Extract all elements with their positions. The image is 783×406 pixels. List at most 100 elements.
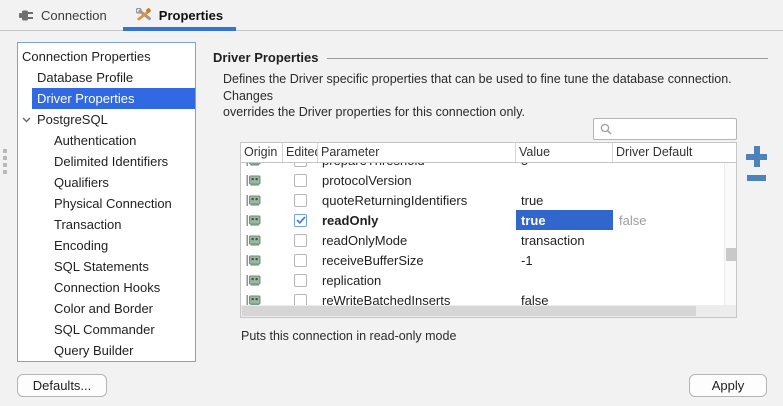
sidebar-item-sql-commander[interactable]: SQL Commander (18, 319, 195, 340)
sidebar-item-database-profile[interactable]: Database Profile (18, 67, 195, 88)
tab-connection[interactable]: Connection (18, 0, 107, 31)
sidebar-item-sql-statements[interactable]: SQL Statements (18, 256, 195, 277)
driver-default-cell: false (613, 210, 724, 230)
edited-checkbox[interactable] (294, 174, 307, 187)
table-row[interactable]: replication (241, 270, 724, 290)
sidebar-item-color-and-border[interactable]: Color and Border (18, 298, 195, 319)
edited-checkbox[interactable] (294, 163, 307, 167)
section-rule (327, 58, 769, 59)
horizontal-scrollbar[interactable] (241, 305, 724, 317)
tab-connection-label: Connection (41, 8, 107, 23)
value-cell[interactable]: true (516, 190, 613, 210)
tools-icon (136, 8, 152, 22)
driver-default-cell (613, 163, 724, 170)
table-row[interactable]: quoteReturningIdentifierstrue (241, 190, 724, 210)
sidebar-item-query-builder[interactable]: Query Builder (18, 340, 195, 361)
sidebar-item-explain-plan[interactable]: Explain Plan (18, 361, 195, 362)
sidebar-item-delimited-identifiers[interactable]: Delimited Identifiers (18, 151, 195, 172)
apply-button[interactable]: Apply (689, 374, 767, 397)
edited-cell (283, 270, 318, 290)
vertical-scrollbar-thumb[interactable] (726, 248, 736, 261)
sidebar-item-label: Delimited Identifiers (54, 154, 168, 169)
parameter-name: replication (318, 270, 516, 290)
table-row[interactable]: protocolVersion (241, 170, 724, 190)
sidebar-item-qualifiers[interactable]: Qualifiers (18, 172, 195, 193)
sidebar-item-physical-connection[interactable]: Physical Connection (18, 193, 195, 214)
sidebar-item-label: SQL Commander (54, 322, 155, 337)
sidebar-item-label: PostgreSQL (37, 112, 108, 127)
horizontal-scrollbar-thumb[interactable] (242, 306, 696, 316)
page-title: Driver Properties (213, 50, 319, 65)
tab-properties[interactable]: Properties (123, 0, 236, 31)
driver-default-cell (613, 290, 724, 305)
edited-checkbox[interactable] (294, 194, 307, 207)
edited-checkbox[interactable] (294, 274, 307, 287)
splitter-grip[interactable] (3, 149, 8, 177)
value-cell-selected[interactable]: true (516, 210, 613, 230)
value-cell[interactable]: -1 (516, 250, 613, 270)
edited-checkbox-checked[interactable] (294, 214, 307, 227)
origin-driver-icon (241, 230, 283, 250)
table-row[interactable]: readOnlytruefalse (241, 210, 724, 230)
sidebar-item-label: Qualifiers (54, 175, 109, 190)
sidebar-item-driver-properties[interactable]: Driver Properties (32, 88, 195, 109)
origin-driver-icon (241, 270, 283, 290)
section-description: Defines the Driver specific properties t… (223, 71, 768, 121)
sidebar-item-authentication[interactable]: Authentication (18, 130, 195, 151)
column-header-origin[interactable]: Origin (241, 143, 283, 162)
sidebar-item-label: SQL Statements (54, 259, 149, 274)
edited-checkbox[interactable] (294, 254, 307, 267)
remove-property-button[interactable] (747, 175, 766, 181)
parameter-name: readOnlyMode (318, 230, 516, 250)
add-property-button[interactable] (746, 146, 767, 167)
table-row[interactable]: prepareThreshold5 (241, 163, 724, 170)
chevron-down-icon[interactable] (22, 117, 32, 123)
driver-default-cell (613, 170, 724, 190)
edited-checkbox[interactable] (294, 234, 307, 247)
defaults-button[interactable]: Defaults... (17, 374, 107, 397)
sidebar-item-label: Transaction (54, 217, 121, 232)
value-cell[interactable]: transaction (516, 230, 613, 250)
section-header: Driver Properties (213, 50, 768, 65)
tab-bar: Connection Properties (0, 0, 783, 31)
sidebar-item-encoding[interactable]: Encoding (18, 235, 195, 256)
driver-default-cell (613, 230, 724, 250)
sidebar-item-transaction[interactable]: Transaction (18, 214, 195, 235)
driver-default-cell (613, 270, 724, 290)
edited-checkbox[interactable] (294, 294, 307, 306)
column-header-driver-default[interactable]: Driver Default (613, 143, 724, 162)
sidebar-item-label: Physical Connection (54, 196, 172, 211)
table-row-clipped[interactable]: prepareThreshold5 (241, 163, 724, 170)
edited-cell (283, 290, 318, 305)
parameter-name: protocolVersion (318, 170, 516, 190)
edited-cell (283, 163, 318, 170)
sidebar-item-label: Driver Properties (37, 91, 135, 106)
column-header-value[interactable]: Value (516, 143, 613, 162)
sidebar-item-connection-hooks[interactable]: Connection Hooks (18, 277, 195, 298)
edited-cell (283, 170, 318, 190)
driver-properties-table: Origin Edited Parameter Value Driver Def… (240, 142, 737, 318)
origin-driver-icon (241, 170, 283, 190)
parameter-name: reWriteBatchedInserts (318, 290, 516, 305)
sidebar-item-connection-properties[interactable]: Connection Properties (18, 46, 195, 67)
column-header-parameter[interactable]: Parameter (318, 143, 516, 162)
parameter-name: prepareThreshold (318, 163, 516, 170)
vertical-scrollbar[interactable] (724, 163, 736, 305)
tab-properties-label: Properties (159, 8, 223, 23)
value-cell[interactable]: false (516, 290, 613, 305)
sidebar-item-postgresql[interactable]: PostgreSQL (18, 109, 195, 130)
property-search (593, 118, 737, 140)
value-cell[interactable] (516, 270, 613, 290)
origin-driver-icon (241, 190, 283, 210)
table-row[interactable]: reWriteBatchedInsertsfalse (241, 290, 724, 305)
sidebar-item-label: Connection Hooks (54, 280, 160, 295)
search-input[interactable] (613, 120, 736, 138)
table-row[interactable]: receiveBufferSize-1 (241, 250, 724, 270)
table-row[interactable]: readOnlyModetransaction (241, 230, 724, 250)
parameter-name: quoteReturningIdentifiers (318, 190, 516, 210)
value-cell[interactable] (516, 170, 613, 190)
sidebar-item-label: Color and Border (54, 301, 153, 316)
value-cell[interactable]: 5 (516, 163, 613, 170)
table-body: prepareThreshold5protocolVersionquoteRet… (241, 163, 724, 305)
column-header-edited[interactable]: Edited (283, 143, 318, 162)
